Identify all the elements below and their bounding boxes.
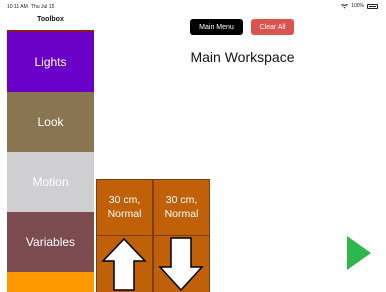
up-arrow-cell[interactable] [97,236,152,292]
status-time: 10:11 AM [7,4,28,10]
clear-all-button[interactable]: Clear All [251,19,294,35]
battery-icon [367,3,378,9]
status-bar: 10:11 AM Thu Jul 15 100% [0,0,386,12]
code-block-stack: 30 cm, Normal 30 cm, Normal [96,179,210,292]
status-date: Thu Jul 15 [31,4,55,10]
play-icon[interactable] [346,235,372,271]
category-partial[interactable] [7,272,94,292]
move-down-block[interactable]: 30 cm, Normal [154,180,209,235]
category-label: Motion [32,175,69,189]
category-motion[interactable]: Motion [7,152,94,212]
workspace-title: Main Workspace [190,49,295,65]
category-variables[interactable]: Variables [7,212,94,272]
category-look[interactable]: Look [7,92,94,152]
block-speed: Normal [164,207,199,220]
wifi-icon [341,3,349,8]
up-arrow-icon [101,237,147,291]
status-indicators: 100% [341,3,378,9]
battery-percent: 100% [351,3,364,9]
down-arrow-icon [158,237,204,292]
main-menu-button[interactable]: Main Menu [190,19,243,35]
toolbox-title: Toolbox [37,16,64,23]
toolbox: Toolbox Lights Look Motion Variables [7,13,94,292]
block-distance: 30 cm, [165,194,198,207]
category-lights[interactable]: Lights [7,32,94,92]
block-speed: Normal [107,207,142,220]
category-label: Variables [25,235,76,249]
category-label: Lights [34,55,67,69]
move-up-block[interactable]: 30 cm, Normal [97,180,152,235]
down-arrow-cell[interactable] [154,236,209,292]
block-distance: 30 cm, [108,194,141,207]
category-label: Look [37,115,64,129]
